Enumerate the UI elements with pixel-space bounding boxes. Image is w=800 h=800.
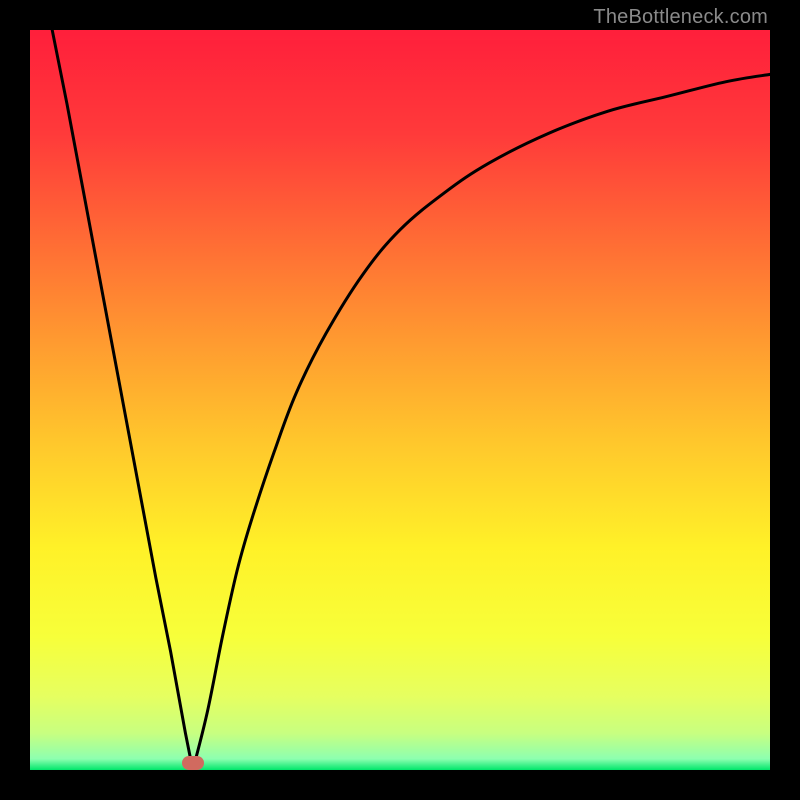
bottleneck-curve	[30, 30, 770, 770]
chart-frame: TheBottleneck.com	[0, 0, 800, 800]
plot-area	[30, 30, 770, 770]
watermark-text: TheBottleneck.com	[593, 6, 768, 29]
minimum-marker	[182, 756, 204, 770]
